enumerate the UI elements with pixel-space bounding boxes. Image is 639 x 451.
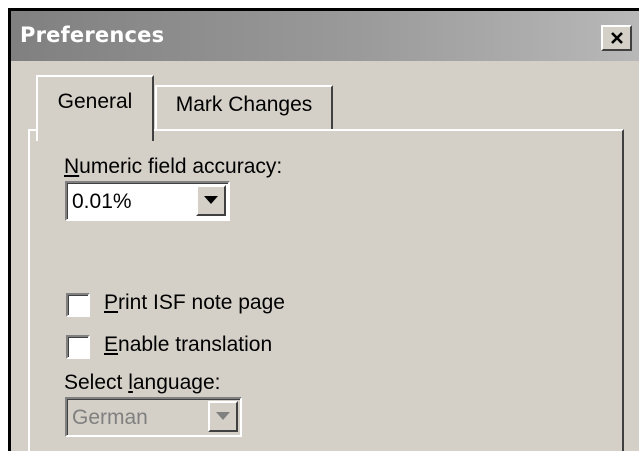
chevron-down-icon [204, 196, 218, 204]
numeric-accuracy-dropdown-button[interactable] [196, 185, 226, 216]
print-isf-checkbox[interactable] [66, 293, 90, 317]
numeric-accuracy-select[interactable]: 0.01% [65, 181, 230, 221]
print-isf-label-text: rint ISF note page [118, 291, 285, 314]
select-language-label: Select language: [64, 371, 220, 395]
mnemonic-e: E [104, 333, 119, 356]
numeric-accuracy-label-text: umeric field accuracy: [79, 155, 283, 178]
print-isf-label[interactable]: Print ISF note page [104, 291, 285, 315]
chevron-down-icon [216, 412, 230, 420]
close-icon [610, 32, 623, 44]
language-value: German [72, 406, 148, 429]
title-bar: Preferences [11, 11, 639, 61]
mnemonic-n: N [64, 155, 80, 178]
tab-general[interactable]: General [36, 75, 154, 141]
language-dropdown-button[interactable] [208, 401, 238, 432]
select-language-label-before: Select [64, 371, 129, 394]
mnemonic-p: P [104, 291, 119, 314]
tab-mark-changes-label: Mark Changes [175, 93, 313, 116]
numeric-accuracy-value: 0.01% [72, 190, 132, 213]
language-select[interactable]: German [65, 397, 242, 437]
numeric-accuracy-label: Numeric field accuracy: [64, 155, 282, 179]
enable-translation-label[interactable]: Enable translation [104, 333, 272, 357]
select-language-label-after: anguage: [132, 371, 221, 394]
window-title: Preferences [20, 23, 165, 47]
enable-translation-label-text: nable translation [118, 333, 273, 356]
tab-general-label: General [57, 90, 133, 113]
close-button[interactable] [601, 25, 632, 51]
general-tab-panel: Numeric field accuracy: 0.01% Print ISF … [28, 129, 624, 451]
tab-mark-changes[interactable]: Mark Changes [155, 85, 333, 129]
preferences-dialog: Preferences General Mark Changes Numeric… [8, 8, 639, 451]
enable-translation-checkbox[interactable] [66, 335, 90, 359]
